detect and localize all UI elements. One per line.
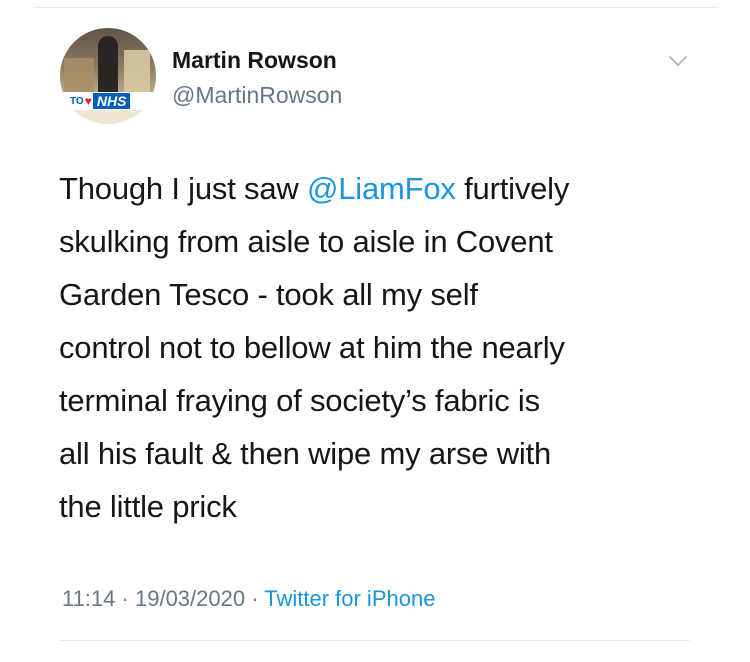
tweet-line-2: skulking from aisle to aisle in Covent	[59, 224, 553, 259]
heart-icon: ♥	[84, 94, 92, 108]
tweet-line-3: Garden Tesco - took all my self	[59, 277, 478, 312]
bottom-divider	[60, 640, 690, 641]
nhs-badge-label: NHS	[92, 93, 131, 109]
author-handle[interactable]: @MartinRowson	[172, 82, 342, 109]
nhs-badge: TO ♥ NHS	[62, 92, 156, 110]
mention-link[interactable]: @LiamFox	[307, 171, 456, 206]
tweet-line-6: all his fault & then wipe my arse with	[59, 436, 552, 471]
meta-separator: ·	[115, 586, 135, 611]
tweet-text: Though I just saw @LiamFox furtively sku…	[59, 162, 709, 533]
tweet-line-1: Though I just saw @LiamFox furtively	[59, 162, 709, 215]
tweet-source-link[interactable]: Twitter for iPhone	[264, 586, 435, 611]
tweet-time[interactable]: 11:14	[62, 586, 115, 611]
tweet-line-4: control not to bellow at him the nearly	[59, 330, 565, 365]
top-divider	[34, 7, 718, 8]
nhs-badge-prefix: TO	[70, 95, 84, 107]
tweet-meta: 11:14 · 19/03/2020 · Twitter for iPhone	[62, 586, 435, 612]
tweet-line-5: terminal fraying of society’s fabric is	[59, 383, 540, 418]
tweet-line-7: the little prick	[59, 489, 237, 524]
chevron-down-icon[interactable]	[667, 50, 689, 72]
tweet-text-segment: furtively	[455, 171, 570, 206]
meta-separator: ·	[245, 586, 265, 611]
tweet-text-segment: Though I just saw	[59, 171, 307, 206]
tweet-date[interactable]: 19/03/2020	[135, 586, 245, 611]
author-name[interactable]: Martin Rowson	[172, 47, 337, 74]
avatar[interactable]: TO ♥ NHS	[60, 28, 156, 124]
